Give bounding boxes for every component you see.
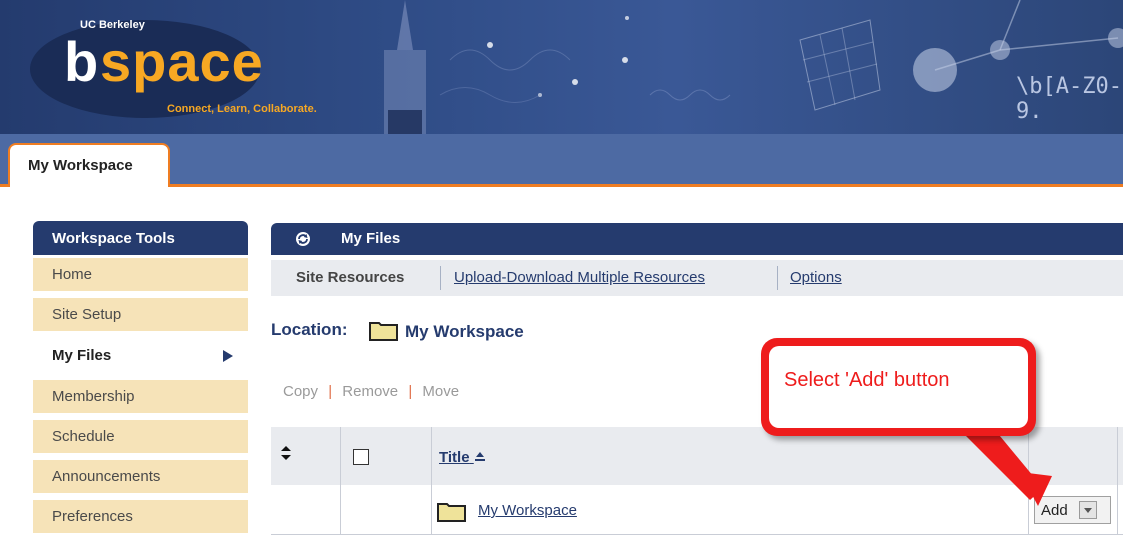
tab-label: My Workspace: [28, 157, 133, 174]
column-divider: [431, 427, 432, 535]
column-divider: [1117, 427, 1118, 535]
sidebar-item-label: Schedule: [52, 428, 115, 445]
dropdown-arrow-icon[interactable]: [1079, 501, 1097, 519]
select-all-checkbox[interactable]: [353, 449, 369, 465]
logo-tagline: Connect, Learn, Collaborate.: [167, 103, 317, 115]
sidebar-item-label: Site Setup: [52, 306, 122, 323]
sync-icon[interactable]: [295, 231, 311, 247]
add-button-label: Add: [1041, 502, 1068, 519]
sidebar-item-schedule[interactable]: Schedule: [33, 420, 248, 455]
sidebar-item-my-files[interactable]: My Files: [33, 339, 248, 374]
callout-text: Select 'Add' button: [784, 369, 950, 391]
sort-ascending-icon: [474, 452, 485, 461]
column-divider: [340, 427, 341, 535]
sort-icon[interactable]: [281, 446, 291, 460]
sidebar-item-label: Membership: [52, 388, 135, 405]
folder-icon: [369, 322, 398, 341]
sidebar-item-membership[interactable]: Membership: [33, 380, 248, 415]
banner-decor-text: \b[A-Z0-9.: [1016, 74, 1122, 124]
tool-title: My Files: [341, 230, 401, 247]
resources-toolbar: Site Resources Upload-Download Multiple …: [271, 260, 1123, 296]
sidebar-item-label: Announcements: [52, 468, 161, 485]
instruction-callout: Select 'Add' button: [761, 338, 1036, 436]
sidebar-item-label: Preferences: [52, 508, 133, 525]
site-banner: UC Berkeley b space Connect, Learn, Coll…: [0, 0, 1123, 134]
title-column-header[interactable]: Title: [439, 449, 486, 466]
sidebar-item-preferences[interactable]: Preferences: [33, 500, 248, 535]
sidebar-item-home[interactable]: Home: [33, 258, 248, 293]
folder-icon: [437, 503, 466, 522]
action-separator: |: [328, 383, 333, 400]
sidebar-item-announcements[interactable]: Announcements: [33, 460, 248, 495]
toolbar-divider: [777, 266, 778, 290]
sidebar-title: Workspace Tools: [33, 221, 248, 255]
sidebar-title-text: Workspace Tools: [52, 230, 175, 247]
nav-arrow-icon: [223, 350, 233, 362]
sidebar-item-label: My Files: [52, 347, 112, 364]
bulk-actions: Copy | Remove | Move: [283, 383, 459, 400]
location-label: Location:: [271, 320, 348, 339]
logo-wordmark: space: [100, 30, 264, 93]
add-menu-button[interactable]: Add: [1034, 496, 1111, 524]
tab-my-workspace[interactable]: My Workspace: [8, 143, 170, 187]
toolbar-upload-download-link[interactable]: Upload-Download Multiple Resources: [454, 269, 705, 286]
row-divider: [271, 534, 1123, 535]
move-action[interactable]: Move: [422, 383, 459, 400]
copy-action[interactable]: Copy: [283, 383, 318, 400]
toolbar-divider: [440, 266, 441, 290]
sidebar-item-label: Home: [52, 266, 93, 283]
toolbar-site-resources[interactable]: Site Resources: [296, 269, 404, 286]
column-divider: [1028, 427, 1029, 535]
logo-letter-b: b: [64, 30, 99, 93]
folder-link-my-workspace[interactable]: My Workspace: [478, 502, 577, 519]
tool-title-bar: My Files: [271, 223, 1123, 255]
location-name: My Workspace: [405, 322, 524, 341]
sidebar-item-site-setup[interactable]: Site Setup: [33, 298, 248, 333]
action-separator: |: [408, 383, 413, 400]
toolbar-options-link[interactable]: Options: [790, 269, 842, 286]
title-header-label: Title: [439, 449, 470, 466]
remove-action[interactable]: Remove: [342, 383, 398, 400]
